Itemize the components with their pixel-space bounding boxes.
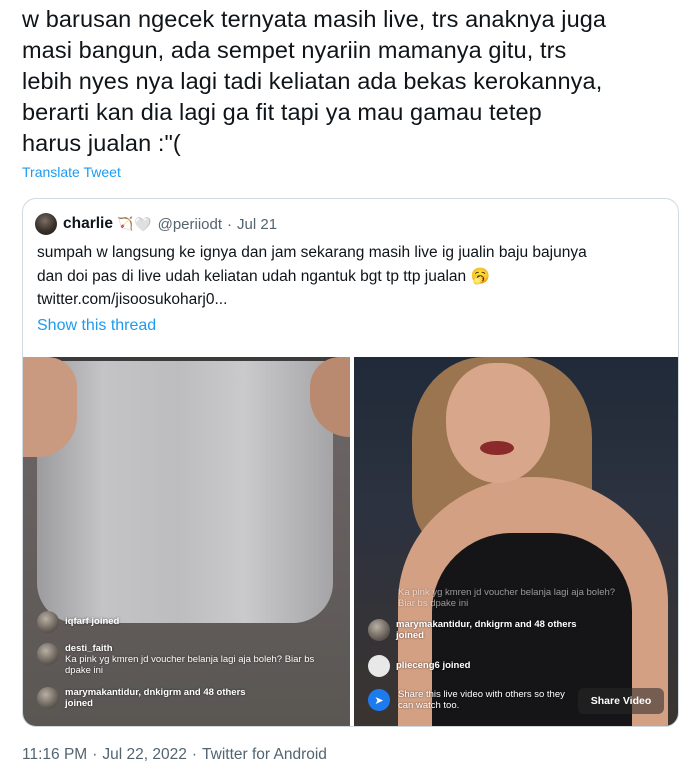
live-comment: desti_faith Ka pink yg kmren jd voucher … bbox=[37, 643, 325, 676]
quoted-line: dan doi pas di live udah keliatan udah n… bbox=[37, 267, 490, 285]
quoted-tweet-card[interactable]: charlie 🏹 🤍 @periiodt · Jul 21 sumpah w … bbox=[22, 198, 679, 727]
quoted-author-name[interactable]: charlie bbox=[63, 215, 113, 233]
quoted-date[interactable]: Jul 21 bbox=[237, 216, 277, 233]
commenter-avatar bbox=[368, 619, 390, 641]
share-video-button[interactable]: Share Video bbox=[578, 688, 664, 714]
show-thread-link[interactable]: Show this thread bbox=[37, 317, 156, 335]
media-image-right[interactable]: Ka pink yg kmren jd voucher belanja lagi… bbox=[354, 357, 678, 726]
tweet-line: masi bangun, ada sempet nyariin mamanya … bbox=[22, 37, 567, 63]
live-comment: marymakantidur, dnkigrm and 48 others jo… bbox=[368, 619, 596, 641]
commenter-avatar bbox=[37, 611, 59, 633]
comment-user: desti_faith bbox=[65, 643, 113, 654]
tweet-time[interactable]: 11:16 PM bbox=[22, 746, 87, 763]
comment-user: marymakantidur, dnkigrm and 48 others jo… bbox=[396, 619, 577, 641]
separator-dot: · bbox=[191, 746, 198, 763]
translate-tweet-link[interactable]: Translate Tweet bbox=[22, 164, 121, 180]
tweet-line: berarti kan dia lagi ga fit tapi ya mau … bbox=[22, 99, 542, 125]
paper-plane-icon: ➤ bbox=[368, 689, 390, 711]
comment-user: plieceng6 joined bbox=[396, 660, 471, 671]
person-face bbox=[446, 363, 550, 483]
comment-user: iqfarf joined bbox=[65, 616, 120, 627]
tweet-line: w barusan ngecek ternyata masih live, tr… bbox=[22, 6, 607, 32]
tweet-source[interactable]: Twitter for Android bbox=[202, 746, 327, 763]
faded-comment: Ka pink yg kmren jd voucher belanja lagi… bbox=[398, 587, 628, 609]
heart-emoji-icon: 🤍 bbox=[134, 215, 152, 232]
tweet-date[interactable]: Jul 22, 2022 bbox=[102, 746, 186, 763]
avatar[interactable] bbox=[35, 213, 57, 235]
media-image-left[interactable]: iqfarf joined desti_faith Ka pink yg kmr… bbox=[23, 357, 350, 726]
commenter-avatar bbox=[368, 655, 390, 677]
quoted-author-handle[interactable]: @periiodt bbox=[158, 216, 222, 233]
comment-text: Ka pink yg kmren jd voucher belanja lagi… bbox=[65, 654, 315, 676]
tweet-line: harus jualan :"( bbox=[22, 130, 181, 156]
person-lips bbox=[480, 441, 514, 455]
bow-emoji-icon: 🏹 bbox=[116, 216, 134, 231]
skirt-photo bbox=[37, 361, 333, 623]
share-prompt-text: Share this live video with others so the… bbox=[398, 689, 565, 711]
comment-user: marymakantidur, dnkigrm and 48 others jo… bbox=[65, 687, 246, 709]
separator-dot: · bbox=[92, 746, 98, 763]
quoted-tweet-body: sumpah w langsung ke ignya dan jam sekar… bbox=[37, 241, 667, 312]
share-prompt: ➤ Share this live video with others so t… bbox=[368, 689, 578, 711]
live-comment: iqfarf joined bbox=[37, 611, 119, 633]
tweet-text: w barusan ngecek ternyata masih live, tr… bbox=[22, 4, 682, 159]
commenter-avatar bbox=[37, 643, 59, 665]
separator-dot: · bbox=[227, 215, 233, 233]
tweet-line: lebih nyes nya lagi tadi keliatan ada be… bbox=[22, 68, 603, 94]
live-comment: plieceng6 joined bbox=[368, 655, 470, 677]
commenter-avatar bbox=[37, 687, 59, 709]
quoted-link[interactable]: twitter.com/jisoosukoharj0... bbox=[37, 288, 667, 312]
comment-text: Ka pink yg kmren jd voucher belanja lagi… bbox=[398, 587, 616, 609]
quoted-tweet-header: charlie 🏹 🤍 @periiodt · Jul 21 bbox=[35, 213, 277, 235]
quoted-line: sumpah w langsung ke ignya dan jam sekar… bbox=[37, 244, 587, 261]
live-comment: marymakantidur, dnkigrm and 48 others jo… bbox=[37, 687, 275, 709]
tweet-footer: 11:16 PM · Jul 22, 2022 · Twitter for Androi… bbox=[22, 746, 327, 764]
